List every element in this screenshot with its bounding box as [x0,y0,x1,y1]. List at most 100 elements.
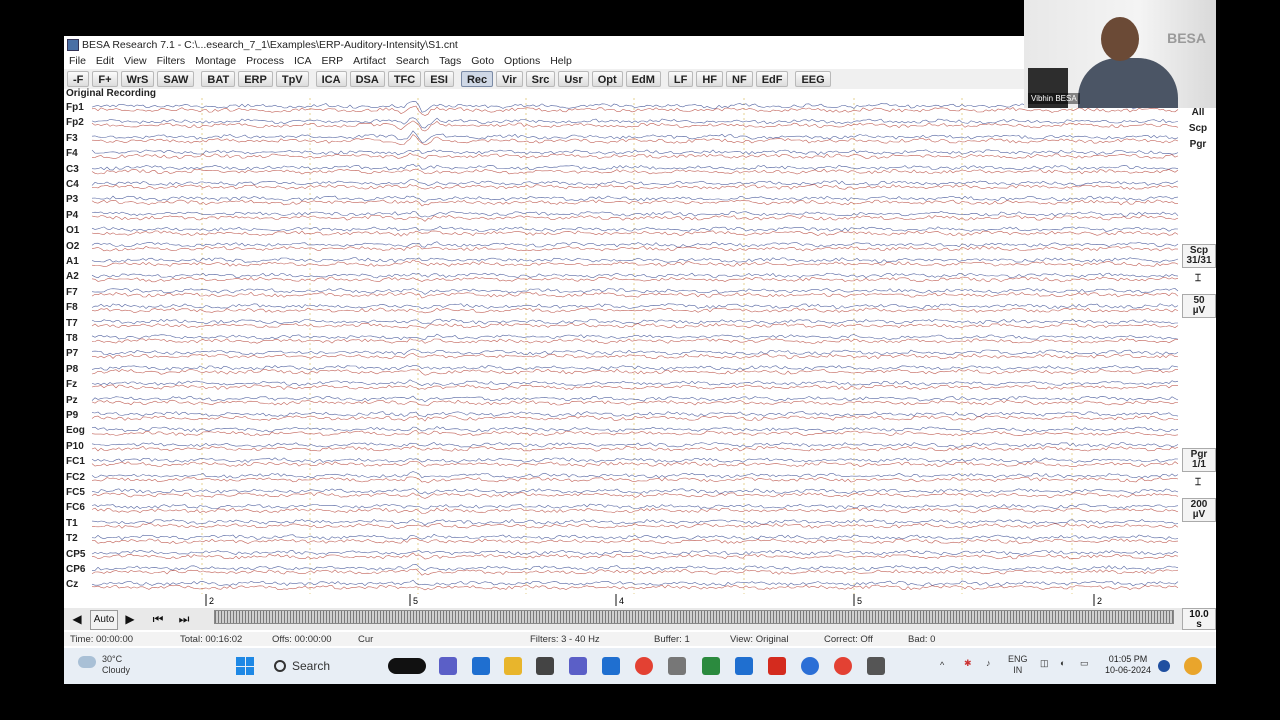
toolbar-button-edf[interactable]: EdF [755,71,789,87]
app-w-icon[interactable] [536,657,554,675]
menu-tags[interactable]: Tags [434,55,466,67]
menu-artifact[interactable]: Artifact [348,55,391,67]
teams-icon[interactable] [439,657,457,675]
channel-label-f4[interactable]: F4 [66,148,78,159]
toolbar-button-eeg[interactable]: EEG [795,71,831,87]
toolbar-button-vir[interactable]: Vir [496,71,523,87]
taskbar-clock[interactable]: 01:05 PM 10-06-2024 [1104,654,1152,676]
toolbar-button-esi[interactable]: ESI [424,71,454,87]
channel-label-fz[interactable]: Fz [66,379,77,390]
toolbar-button-tfc[interactable]: TFC [387,71,422,87]
channel-label-t2[interactable]: T2 [66,533,78,544]
channel-label-fc6[interactable]: FC6 [66,502,85,513]
channel-label-fc1[interactable]: FC1 [66,456,85,467]
toolbar-button-tpv[interactable]: TpV [275,71,309,87]
channel-label-t1[interactable]: T1 [66,518,78,529]
scp-scale-box[interactable]: Scp 31/31 [1182,244,1216,268]
channel-label-f8[interactable]: F8 [66,302,78,313]
toolbar-button-lf[interactable]: LF [667,71,694,87]
taskbar-search[interactable]: Search [270,655,380,677]
menu-edit[interactable]: Edit [91,55,119,67]
channel-label-p3[interactable]: P3 [66,194,78,205]
toolbar-button-opt[interactable]: Opt [591,71,623,87]
channel-label-o2[interactable]: O2 [66,241,79,252]
page-length-box[interactable]: 10.0 s [1182,608,1216,630]
chevron-up-icon[interactable]: ^ [940,660,944,670]
menu-ica[interactable]: ICA [289,55,317,67]
channel-label-fc5[interactable]: FC5 [66,487,85,498]
channel-label-p9[interactable]: P9 [66,410,78,421]
teams-2-icon[interactable] [569,657,587,675]
amplitude-scale-2[interactable]: 200 µV [1182,498,1216,522]
pgr-button[interactable]: Pgr [1182,140,1214,150]
zoom-icon[interactable] [801,657,819,675]
volume-icon[interactable]: ◐ [1060,658,1065,668]
channel-label-fc2[interactable]: FC2 [66,472,85,483]
acrobat-icon[interactable] [768,657,786,675]
toolbar-button-src[interactable]: Src [525,71,556,87]
channel-label-pz[interactable]: Pz [66,395,78,406]
menu-erp[interactable]: ERP [317,55,349,67]
channel-label-eog[interactable]: Eog [66,425,85,436]
pgr-scale-box[interactable]: Pgr 1/1 [1182,448,1216,472]
amplitude-scale-1[interactable]: 50 µV [1182,294,1216,318]
menu-view[interactable]: View [119,55,152,67]
tray-app-icon[interactable]: ✱ [964,658,972,669]
eeg-trace-area[interactable] [64,98,1180,594]
channel-label-fp1[interactable]: Fp1 [66,102,84,113]
channel-label-t8[interactable]: T8 [66,333,78,344]
toolbar-button-hf[interactable]: HF [696,71,724,87]
channel-label-o1[interactable]: O1 [66,225,79,236]
besa-app-icon[interactable] [867,657,885,675]
toolbar-button-saw[interactable]: SAW [157,71,195,87]
notification-bell-icon[interactable] [1158,660,1170,672]
menu-filters[interactable]: Filters [152,55,191,67]
toolbar-button-usr[interactable]: Usr [558,71,589,87]
channel-label-p4[interactable]: P4 [66,210,78,221]
toolbar-button-f[interactable]: -F [67,71,90,87]
channel-label-a2[interactable]: A2 [66,271,79,282]
menu-montage[interactable]: Montage [190,55,241,67]
scale-handle-icon-2[interactable]: ⌶ [1182,478,1214,488]
chrome-icon[interactable] [635,657,653,675]
battery-icon[interactable]: ▭ [1080,658,1089,669]
mic-icon[interactable]: ♪ [986,658,991,668]
play-icon[interactable]: ▶ [120,610,140,628]
outlook-icon[interactable] [735,657,753,675]
channel-label-fp2[interactable]: Fp2 [66,117,84,128]
channel-label-f7[interactable]: F7 [66,287,78,298]
mail-icon[interactable] [472,657,490,675]
windows-start-icon[interactable] [236,657,254,675]
toolbar-button-ica[interactable]: ICA [315,71,347,87]
file-explorer-icon[interactable] [504,657,522,675]
language-indicator[interactable]: ENG IN [1008,654,1028,676]
channel-label-cp6[interactable]: CP6 [66,564,85,575]
menu-goto[interactable]: Goto [466,55,499,67]
toolbar-button-wrs[interactable]: WrS [120,71,155,87]
toolbar-button-rec[interactable]: Rec [460,71,494,87]
scp-button[interactable]: Scp [1182,124,1214,134]
widget-pill-icon[interactable] [388,658,426,674]
generic-app-icon[interactable] [668,657,686,675]
step-forward-icon[interactable]: ⏭ [174,610,194,628]
excel-icon[interactable] [702,657,720,675]
network-icon[interactable]: ◫ [1040,658,1049,669]
network-app-icon[interactable] [602,657,620,675]
channel-label-c3[interactable]: C3 [66,164,79,175]
toolbar-button-edm[interactable]: EdM [625,71,661,87]
toolbar-button-bat[interactable]: BAT [201,71,236,87]
menu-help[interactable]: Help [545,55,577,67]
all-button[interactable]: All [1182,108,1214,118]
channel-label-f3[interactable]: F3 [66,133,78,144]
channel-label-c4[interactable]: C4 [66,179,79,190]
channel-label-p10[interactable]: P10 [66,441,84,452]
toolbar-button-nf[interactable]: NF [726,71,753,87]
chrome-2-icon[interactable] [834,657,852,675]
toolbar-button-erp[interactable]: ERP [238,71,273,87]
channel-label-a1[interactable]: A1 [66,256,79,267]
channel-label-t7[interactable]: T7 [66,318,78,329]
menu-options[interactable]: Options [499,55,545,67]
copilot-icon[interactable] [1184,657,1202,675]
step-back-icon[interactable]: ⏮ [148,610,168,628]
toolbar-button-f[interactable]: F+ [92,71,118,87]
